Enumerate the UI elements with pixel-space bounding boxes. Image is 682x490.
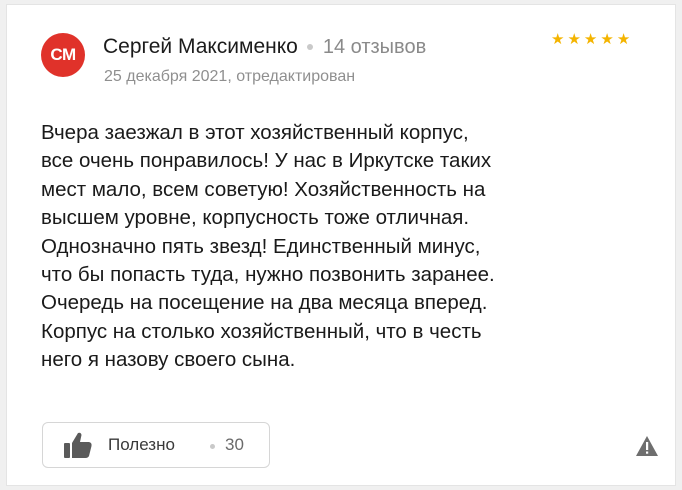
star-icon: ★ — [600, 31, 614, 48]
separator-dot — [210, 444, 215, 449]
thumbs-up-icon — [64, 432, 92, 458]
author-line: Сергей Максименко 14 отзывов — [103, 35, 426, 59]
review-line: Очередь на посещение на два месяца впере… — [41, 291, 488, 315]
star-icon: ★ — [616, 31, 631, 48]
warning-triangle-icon[interactable] — [635, 435, 659, 457]
rating-stars: ★ ★ ★ ★ ★ — [551, 32, 630, 47]
helpful-label: Полезно — [108, 435, 175, 454]
review-date: 25 декабря 2021, отредактирован — [104, 68, 356, 85]
helpful-button[interactable]: Полезно 30 — [42, 422, 270, 468]
author-name[interactable]: Сергей Максименко — [103, 35, 298, 59]
star-icon: ★ — [551, 31, 565, 48]
review-line: него я назову своего сына. — [41, 348, 296, 372]
avatar-initials: СМ — [50, 45, 76, 64]
helpful-count: 30 — [225, 435, 244, 454]
review-line: мест мало, всем советую! Хозяйственность… — [41, 177, 486, 201]
review-text: Вчера заезжал в этот хозяйственный корпу… — [41, 119, 641, 375]
separator-dot — [306, 44, 313, 50]
review-line: высшем уровне, корпусность тоже отличная… — [41, 206, 470, 230]
review-line: Вчера заезжал в этот хозяйственный корпу… — [41, 121, 469, 144]
review-line: что бы попасть туда, нужно позвонить зар… — [41, 263, 495, 287]
review-line: Однозначно пять звезд! Единственный мину… — [41, 234, 481, 258]
star-icon: ★ — [567, 31, 581, 48]
avatar[interactable]: СМ — [41, 33, 85, 77]
review-line: все очень понравилось! У нас в Иркутске … — [41, 149, 492, 173]
review-card: СМ Сергей Максименко 14 отзывов ★ ★ ★ ★ … — [6, 4, 676, 486]
star-icon: ★ — [583, 31, 598, 48]
review-line: Корпус на столько хозяйственный, что в ч… — [41, 319, 482, 343]
author-reviews-count: 14 отзывов — [322, 35, 427, 58]
